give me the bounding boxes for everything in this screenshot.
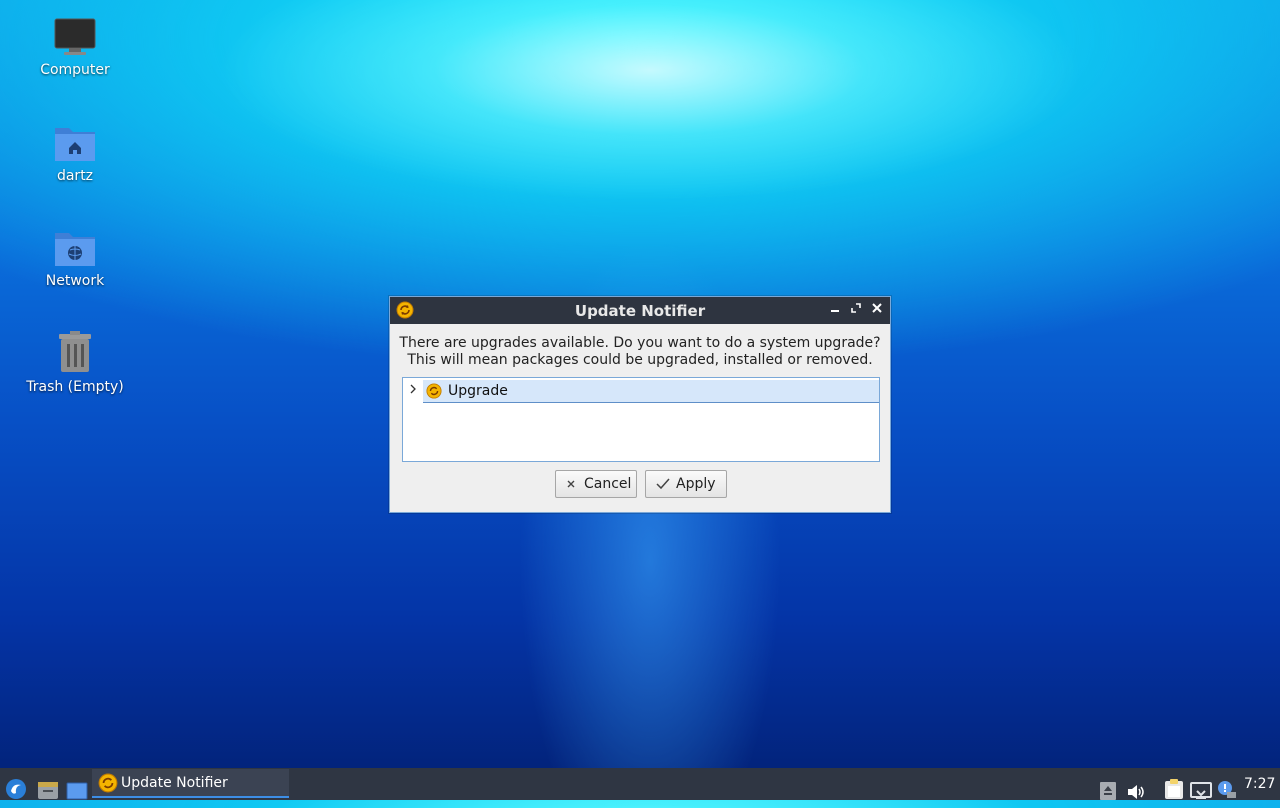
- network-folder-icon: [55, 233, 95, 266]
- show-desktop-icon[interactable]: [66, 775, 88, 807]
- desktop-icon-trash[interactable]: Trash (Empty): [20, 331, 130, 395]
- apply-label: Apply: [676, 476, 716, 492]
- minimize-icon: [831, 310, 839, 312]
- taskbar: Update Notifier 7:27: [0, 768, 1280, 800]
- dialog-title: Update Notifier: [574, 302, 706, 320]
- clock[interactable]: 7:27: [1244, 776, 1275, 792]
- desktop-icon-label: Trash (Empty): [26, 379, 124, 395]
- desktop-icon-label: dartz: [56, 168, 94, 184]
- minimize-button[interactable]: [826, 301, 844, 319]
- task-label: Update Notifier: [121, 775, 228, 791]
- close-icon: [567, 480, 575, 488]
- dialog-message: There are upgrades available. Do you wan…: [390, 335, 890, 369]
- apply-button[interactable]: Apply: [645, 470, 727, 498]
- start-menu-icon[interactable]: [5, 773, 27, 805]
- update-notifier-dialog: Update Notifier There are upgrades avail…: [389, 296, 891, 513]
- checkmark-icon: [656, 478, 670, 490]
- file-manager-icon[interactable]: [37, 774, 59, 806]
- notification-icon[interactable]: [1217, 774, 1237, 806]
- computer-icon: [54, 18, 96, 55]
- desktop-icon-computer[interactable]: Computer: [20, 18, 130, 78]
- message-line-2: This will mean packages could be upgrade…: [407, 352, 873, 368]
- message-line-1: There are upgrades available. Do you wan…: [399, 335, 881, 351]
- eject-icon[interactable]: [1100, 775, 1116, 807]
- maximize-button[interactable]: [847, 301, 865, 319]
- maximize-icon: [851, 303, 861, 313]
- network-icon[interactable]: [1190, 775, 1212, 807]
- update-icon: [426, 383, 442, 399]
- tree-item-label: Upgrade: [448, 383, 508, 399]
- desktop-icon-network[interactable]: Network: [20, 227, 130, 289]
- close-icon: [872, 303, 882, 313]
- desktop-icon-home[interactable]: dartz: [20, 122, 130, 184]
- cancel-label: Cancel: [584, 476, 632, 492]
- upgrade-tree[interactable]: Upgrade: [402, 377, 880, 462]
- update-icon: [98, 773, 118, 793]
- home-folder-icon: [55, 128, 95, 161]
- chevron-right-icon[interactable]: [409, 384, 417, 394]
- desktop-icon-label: Network: [45, 273, 105, 289]
- close-button[interactable]: [868, 301, 886, 319]
- desktop-icon-label: Computer: [40, 62, 110, 78]
- trash-icon: [59, 331, 91, 372]
- dialog-titlebar[interactable]: Update Notifier: [390, 297, 890, 324]
- clipboard-icon[interactable]: [1164, 773, 1184, 805]
- volume-icon[interactable]: [1127, 776, 1145, 808]
- taskbar-task-update-notifier[interactable]: Update Notifier: [92, 769, 289, 798]
- cancel-button[interactable]: Cancel: [555, 470, 637, 498]
- tree-item-upgrade[interactable]: Upgrade: [423, 380, 879, 403]
